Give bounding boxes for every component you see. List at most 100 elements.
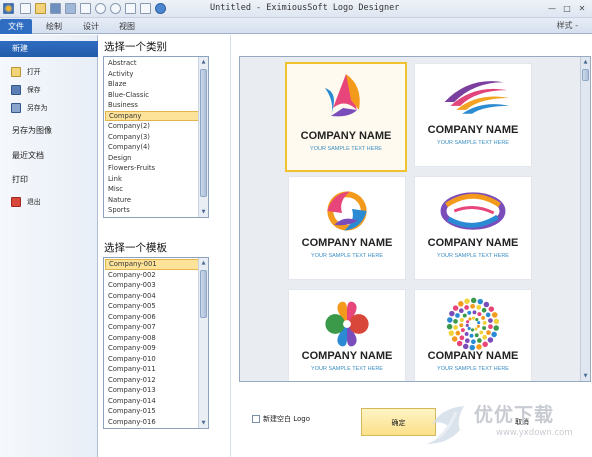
scroll-up-icon[interactable]: ▲ — [582, 58, 589, 66]
logo-template-card[interactable]: COMPANY NAME YOUR SAMPLE TEXT HERE — [414, 63, 532, 167]
file-menu-panel: 新建 打开 保存 另存为 另存为图像 最近文档 打印 退出 — [0, 35, 98, 457]
new-file-icon[interactable] — [20, 3, 31, 14]
scroll-thumb[interactable] — [582, 69, 589, 81]
minimize-button[interactable]: — — [546, 3, 558, 14]
list-item[interactable]: Sports — [105, 205, 199, 216]
list-item[interactable]: Design — [105, 153, 199, 164]
category-scrollbar[interactable]: ▲ ▼ — [198, 57, 208, 217]
tab-file[interactable]: 文件 — [0, 19, 32, 34]
list-item[interactable]: Company-002 — [105, 270, 199, 281]
template-title: 选择一个模板 — [104, 242, 167, 254]
list-item[interactable]: Blue-Classic — [105, 90, 199, 101]
category-list[interactable]: Abstract Activity Blaze Blue-Classic Busines… — [103, 56, 209, 218]
scroll-down-icon[interactable]: ▼ — [582, 372, 589, 380]
list-item[interactable]: Company-009 — [105, 343, 199, 354]
list-item[interactable]: Business — [105, 100, 199, 111]
help-icon[interactable] — [155, 3, 166, 14]
list-item[interactable]: Nature — [105, 195, 199, 206]
template-list[interactable]: Company-001 Company-002 Company-003 Company… — [103, 257, 209, 429]
list-item[interactable]: Flowers-Fruits — [105, 163, 199, 174]
close-button[interactable]: ✕ — [576, 3, 588, 14]
logo-template-card[interactable]: COMPANY NAME YOUR SAMPLE TEXT HERE — [414, 176, 532, 280]
list-item[interactable]: Blaze — [105, 79, 199, 90]
list-item[interactable]: Company(4) — [105, 142, 199, 153]
list-item[interactable]: Company(3) — [105, 132, 199, 143]
menu-print[interactable]: 打印 — [0, 172, 98, 188]
blank-logo-checkbox[interactable] — [252, 415, 260, 423]
menu-save-label: 保存 — [27, 86, 41, 94]
scroll-thumb[interactable] — [200, 69, 207, 197]
ribbon-tab-bar: 文件 绘制 设计 视图 样式 - — [0, 18, 592, 34]
template-scrollbar[interactable]: ▲ ▼ — [198, 258, 208, 428]
list-item[interactable]: Company-007 — [105, 322, 199, 333]
list-item[interactable]: Company-011 — [105, 364, 199, 375]
logo-template-card[interactable]: COMPANY NAME YOUR SAMPLE TEXT HERE — [285, 62, 407, 172]
tagline-text: YOUR SAMPLE TEXT HERE — [310, 146, 382, 152]
menu-save[interactable]: 保存 — [0, 82, 98, 98]
list-item[interactable]: Company-016 — [105, 417, 199, 428]
preview-scrollbar[interactable]: ▲ ▼ — [580, 57, 590, 381]
heart-clover-logo-icon — [325, 301, 369, 347]
menu-open[interactable]: 打开 — [0, 64, 98, 80]
tab-design[interactable]: 设计 — [75, 19, 107, 34]
watermark-url: www.yxdown.com — [496, 428, 573, 438]
menu-exit[interactable]: 退出 — [0, 194, 98, 210]
title-bar: Untitled - EximiousSoft Logo Designer — … — [0, 0, 592, 18]
category-title: 选择一个类别 — [104, 41, 167, 53]
tab-draw[interactable]: 绘制 — [38, 19, 70, 34]
list-item[interactable]: Company-010 — [105, 354, 199, 365]
menu-save-as-image[interactable]: 另存为图像 — [0, 123, 98, 139]
menu-recent-documents[interactable]: 最近文档 — [0, 148, 98, 164]
app-logo-icon[interactable] — [3, 3, 14, 14]
list-item[interactable]: Company-013 — [105, 385, 199, 396]
scroll-up-icon[interactable]: ▲ — [200, 259, 207, 267]
list-item[interactable]: Company-005 — [105, 301, 199, 312]
list-item[interactable]: Company-001 — [105, 259, 199, 270]
save-icon[interactable] — [50, 3, 61, 14]
scroll-thumb[interactable] — [200, 270, 207, 318]
scroll-down-icon[interactable]: ▼ — [200, 419, 207, 427]
tab-view[interactable]: 视图 — [111, 19, 143, 34]
maximize-button[interactable]: □ — [561, 3, 573, 14]
list-item[interactable]: Company(2) — [105, 121, 199, 132]
list-item[interactable]: Company-008 — [105, 333, 199, 344]
watermark-logo-icon — [426, 406, 464, 444]
undo-icon[interactable] — [95, 3, 106, 14]
menu-open-label: 打开 — [27, 68, 41, 76]
save-as-icon[interactable] — [65, 3, 76, 14]
list-item[interactable]: Misc — [105, 184, 199, 195]
copy-icon[interactable] — [140, 3, 151, 14]
list-item[interactable]: Activity — [105, 69, 199, 80]
list-item[interactable]: Company-004 — [105, 291, 199, 302]
menu-save-as[interactable]: 另存为 — [0, 100, 98, 116]
redo-icon[interactable] — [110, 3, 121, 14]
list-item[interactable]: Company-012 — [105, 375, 199, 386]
menu-print-label: 打印 — [12, 175, 28, 184]
selection-panel: 选择一个类别 Abstract Activity Blaze Blue-Classic… — [98, 35, 231, 457]
list-item[interactable]: Company-015 — [105, 406, 199, 417]
cut-icon[interactable] — [125, 3, 136, 14]
company-name-text: COMPANY NAME — [427, 350, 519, 362]
logo-template-card[interactable]: COMPANY NAME YOUR SAMPLE TEXT HERE — [288, 289, 406, 381]
open-folder-icon[interactable] — [35, 3, 46, 14]
company-name-text: COMPANY NAME — [301, 350, 393, 362]
ellipse-swoosh-logo-icon — [440, 192, 506, 230]
scroll-up-icon[interactable]: ▲ — [200, 58, 207, 66]
list-item[interactable]: Company-003 — [105, 280, 199, 291]
logo-template-card[interactable]: COMPANY NAME YOUR SAMPLE TEXT HERE — [414, 289, 532, 381]
style-dropdown[interactable]: 样式 - — [557, 20, 578, 31]
save-as-icon — [11, 103, 21, 113]
print-icon[interactable] — [80, 3, 91, 14]
company-name-text: COMPANY NAME — [427, 237, 519, 249]
list-item[interactable]: Company-014 — [105, 396, 199, 407]
list-item[interactable]: Company — [105, 110, 199, 121]
tagline-text: YOUR SAMPLE TEXT HERE — [311, 253, 383, 259]
dot-spiral-logo-icon — [446, 297, 500, 351]
list-item[interactable]: Company-006 — [105, 312, 199, 323]
window-title: Untitled - EximiousSoft Logo Designer — [210, 3, 400, 13]
list-item[interactable]: Abstract — [105, 58, 199, 69]
list-item[interactable]: Link — [105, 174, 199, 185]
scroll-down-icon[interactable]: ▼ — [200, 208, 207, 216]
logo-template-card[interactable]: COMPANY NAME YOUR SAMPLE TEXT HERE — [288, 176, 406, 280]
menu-new[interactable]: 新建 — [0, 41, 98, 57]
